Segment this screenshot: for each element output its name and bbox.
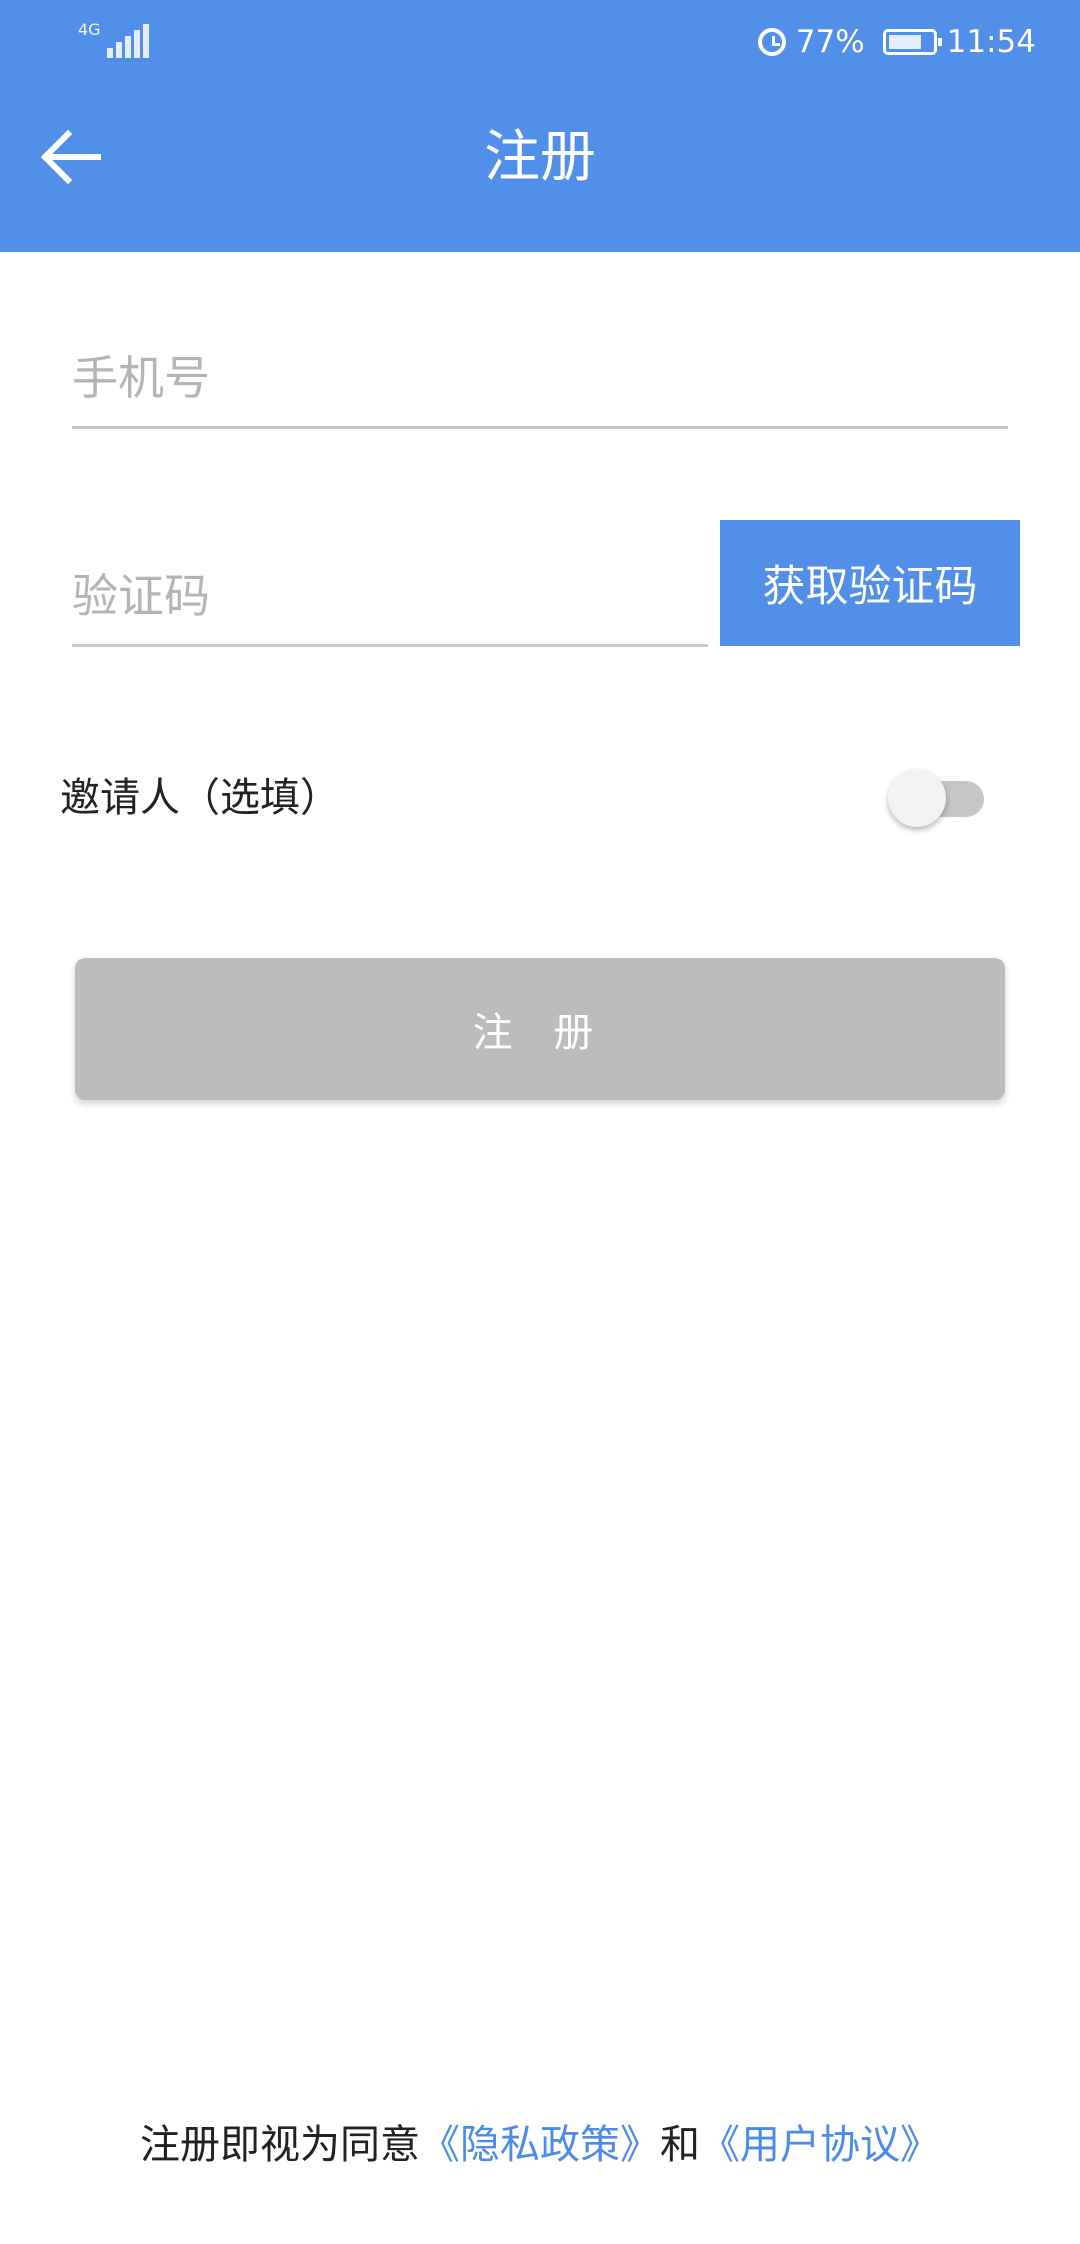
clock: 11:54 [946,24,1036,60]
page-title: 注册 [484,125,596,190]
agreement-prefix: 注册即视为同意 [140,2122,420,2168]
agreement-connector: 和 [660,2122,700,2168]
app-bar: 4G 77% 11:54 注册 [0,0,1080,252]
inviter-label: 邀请人（选填） [60,775,340,821]
battery-icon [882,29,942,55]
phone-field[interactable] [72,330,1008,429]
user-agreement-link[interactable]: 《用户协议》 [700,2122,940,2168]
signal-icon [106,24,149,58]
battery-fill [888,35,921,49]
register-button[interactable]: 注 册 [75,958,1005,1100]
agreement-text: 注册即视为同意《隐私政策》和《用户协议》 [0,2114,1080,2176]
verification-code-field[interactable] [72,548,708,647]
privacy-policy-link[interactable]: 《隐私政策》 [420,2122,660,2168]
inviter-toggle[interactable] [888,769,988,827]
status-left: 4G [78,22,149,58]
status-bar: 4G 77% 11:54 [0,0,1080,84]
phone-input[interactable] [72,330,1008,426]
status-right: 77% 11:54 [757,20,1036,64]
network-type: 4G [78,20,101,39]
battery-percent: 77% [795,24,865,60]
get-code-button[interactable]: 获取验证码 [720,520,1020,646]
toggle-thumb [888,769,946,827]
alarm-icon [757,28,786,56]
verification-code-input[interactable] [72,548,708,644]
